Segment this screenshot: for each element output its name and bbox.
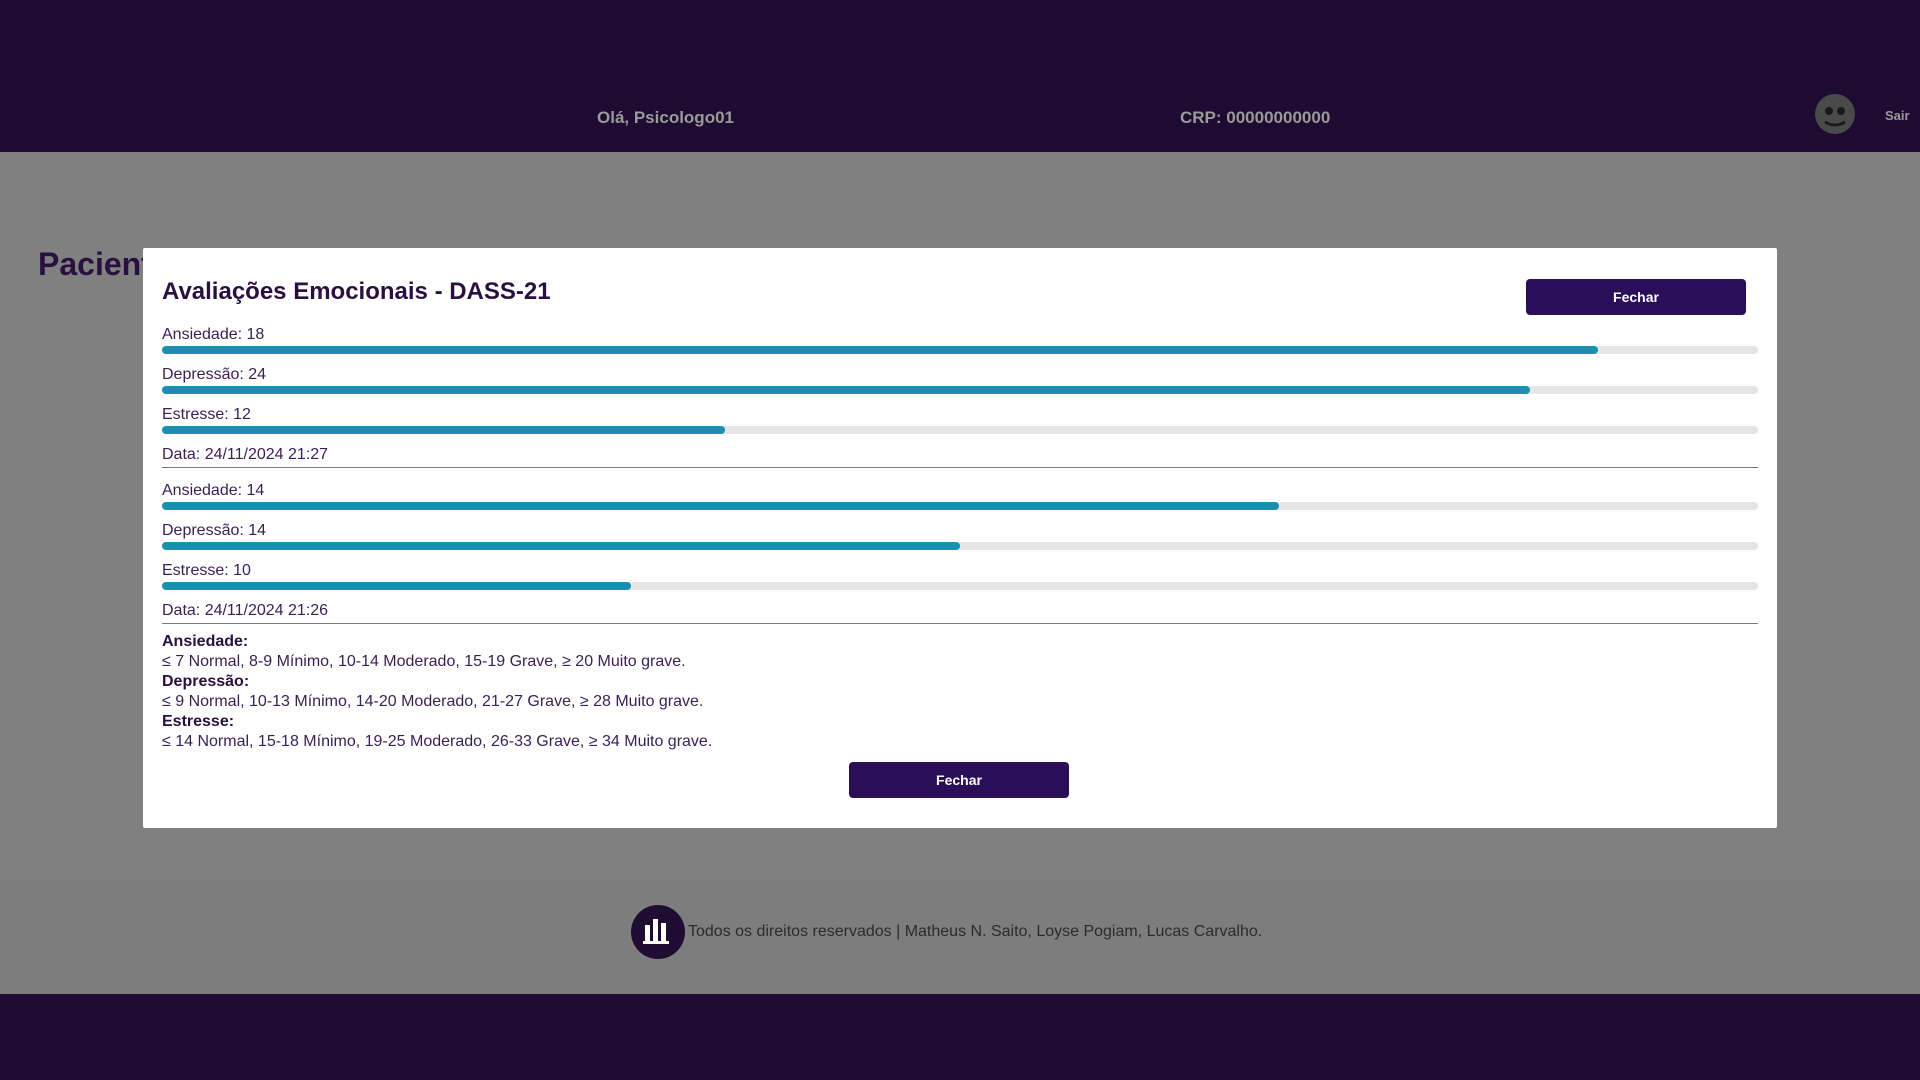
close-button-bottom[interactable]: Fechar [849, 762, 1069, 798]
progress-fill [162, 502, 1280, 510]
legend-text-ansiedade: ≤ 7 Normal, 8-9 Mínimo, 10-14 Moderado, … [162, 653, 686, 670]
legend-title-ansiedade: Ansiedade: [162, 633, 249, 650]
legend-title-depressao: Depressão: [162, 673, 250, 690]
user-greeting: Olá, Psicologo01 [597, 108, 734, 127]
score-legend: Ansiedade: ≤ 7 Normal, 8-9 Mínimo, 10-14… [162, 632, 712, 752]
progress-fill [162, 426, 726, 434]
metric-label: Ansiedade: 18 [162, 326, 265, 343]
modal-title: Avaliações Emocionais - DASS-21 [162, 278, 551, 305]
logout-link[interactable]: Sair [1885, 108, 1910, 123]
avatar[interactable] [1815, 94, 1855, 134]
metric-estresse: Estresse: 10 [162, 562, 1758, 602]
progress-track [162, 386, 1758, 394]
metric-label: Estresse: 10 [162, 562, 251, 579]
dass21-modal: Avaliações Emocionais - DASS-21 Fechar A… [143, 248, 1777, 828]
crp-number: CRP: 00000000000 [1180, 108, 1331, 127]
progress-fill [162, 386, 1530, 394]
metric-label: Depressão: 14 [162, 522, 267, 539]
evaluation-date-row: Data: 24/11/2024 21:27 [162, 446, 1758, 482]
progress-fill [162, 582, 632, 590]
bottom-bar [0, 994, 1920, 1080]
progress-track [162, 346, 1758, 354]
metric-depressao: Depressão: 14 [162, 522, 1758, 562]
evaluations-list: Ansiedade: 18 Depressão: 24 Estresse: 12… [162, 326, 1758, 638]
progress-fill [162, 346, 1599, 354]
page-title: Pacient [38, 246, 152, 282]
metric-ansiedade: Ansiedade: 14 [162, 482, 1758, 522]
top-bar [0, 0, 1920, 86]
progress-track [162, 502, 1758, 510]
avatar-icon [1815, 94, 1855, 134]
progress-fill [162, 542, 960, 550]
divider [162, 623, 1758, 624]
footer-copyright: Todos os direitos reservados | Matheus N… [688, 923, 1263, 940]
evaluation-date: Data: 24/11/2024 21:27 [162, 446, 329, 463]
metric-label: Estresse: 12 [162, 406, 251, 423]
logo-icon [643, 919, 669, 944]
navbar: Olá, Psicologo01 CRP: 00000000000 [0, 86, 1920, 152]
metric-depressao: Depressão: 24 [162, 366, 1758, 406]
progress-track [162, 542, 1758, 550]
metric-label: Depressão: 24 [162, 366, 267, 383]
progress-track [162, 582, 1758, 590]
metric-label: Ansiedade: 14 [162, 482, 265, 499]
metric-ansiedade: Ansiedade: 18 [162, 326, 1758, 366]
app-logo-icon [631, 905, 685, 959]
metric-estresse: Estresse: 12 [162, 406, 1758, 446]
legend-text-depressao: ≤ 9 Normal, 10-13 Mínimo, 14-20 Moderado… [162, 693, 704, 710]
divider [162, 467, 1758, 468]
legend-title-estresse: Estresse: [162, 713, 235, 730]
evaluation-date: Data: 24/11/2024 21:26 [162, 602, 329, 619]
close-button-top[interactable]: Fechar [1526, 279, 1746, 315]
progress-track [162, 426, 1758, 434]
legend-text-estresse: ≤ 14 Normal, 15-18 Mínimo, 19-25 Moderad… [162, 733, 713, 750]
